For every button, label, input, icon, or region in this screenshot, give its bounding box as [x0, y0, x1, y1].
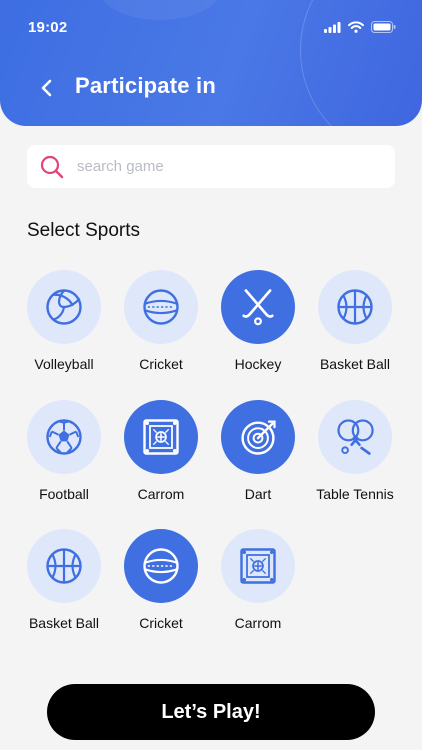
wifi-icon — [348, 21, 364, 33]
sport-label: Carrom — [234, 615, 282, 631]
sport-label: Dart — [244, 486, 272, 502]
sport-tile-basket-ball[interactable]: Basket Ball — [19, 529, 109, 631]
basketball-icon — [46, 548, 82, 584]
sport-icon-circle-selected — [221, 270, 295, 344]
sport-label: Volleyball — [34, 356, 94, 372]
carrom-board-icon — [143, 419, 179, 455]
sport-icon-circle — [318, 400, 392, 474]
status-time: 19:02 — [28, 19, 68, 36]
back-button[interactable] — [34, 76, 58, 100]
basketball-icon — [337, 289, 373, 325]
sport-label: Cricket — [139, 356, 183, 372]
sport-icon-circle — [124, 270, 198, 344]
sport-label: Cricket — [139, 615, 183, 631]
sport-tile-cricket[interactable]: Cricket — [116, 270, 206, 372]
football-icon — [46, 419, 82, 455]
sport-label: Hockey — [234, 356, 282, 372]
dartboard-icon — [241, 420, 276, 455]
sport-icon-circle-selected — [124, 400, 198, 474]
sport-icon-circle — [27, 270, 101, 344]
table-tennis-icon — [337, 419, 374, 455]
carrom-board-icon — [240, 548, 276, 584]
sport-tile-carrom[interactable]: Carrom — [116, 400, 206, 502]
sport-label: Basket Ball — [28, 615, 100, 631]
header-decoration — [300, 0, 422, 126]
battery-icon — [371, 21, 396, 33]
sport-icon-circle — [27, 529, 101, 603]
section-title: Select Sports — [27, 220, 140, 241]
hockey-sticks-icon — [242, 289, 274, 326]
header: 19:02 Participate in — [0, 0, 422, 126]
volleyball-icon — [46, 289, 82, 325]
cricket-ball-icon — [143, 289, 179, 325]
sport-tile-dart[interactable]: Dart — [213, 400, 303, 502]
sport-label: Table Tennis — [316, 486, 394, 502]
sport-icon-circle-selected — [124, 529, 198, 603]
status-icons — [324, 21, 396, 33]
sport-tile-table-tennis[interactable]: Table Tennis — [310, 400, 400, 502]
search-bar[interactable] — [27, 145, 395, 188]
sport-label: Basket Ball — [319, 356, 391, 372]
page-title: Participate in — [75, 73, 216, 98]
chevron-left-icon — [41, 79, 52, 97]
sport-label: Football — [39, 486, 89, 502]
sport-tile-hockey[interactable]: Hockey — [213, 270, 303, 372]
sport-icon-circle — [318, 270, 392, 344]
sport-tile-carrom[interactable]: Carrom — [213, 529, 303, 631]
lets-play-button[interactable]: Let’s Play! — [47, 684, 375, 740]
search-input[interactable] — [77, 145, 377, 188]
sport-icon-circle-selected — [221, 400, 295, 474]
cricket-ball-icon — [143, 548, 179, 584]
sport-icon-circle — [27, 400, 101, 474]
sport-tile-basket-ball[interactable]: Basket Ball — [310, 270, 400, 372]
sport-label: Carrom — [137, 486, 185, 502]
sport-icon-circle — [221, 529, 295, 603]
header-decoration — [100, 0, 220, 20]
sport-tile-cricket[interactable]: Cricket — [116, 529, 206, 631]
signal-icon — [324, 21, 341, 33]
sport-tile-football[interactable]: Football — [19, 400, 109, 502]
search-icon — [40, 155, 64, 179]
sport-tile-volleyball[interactable]: Volleyball — [19, 270, 109, 372]
